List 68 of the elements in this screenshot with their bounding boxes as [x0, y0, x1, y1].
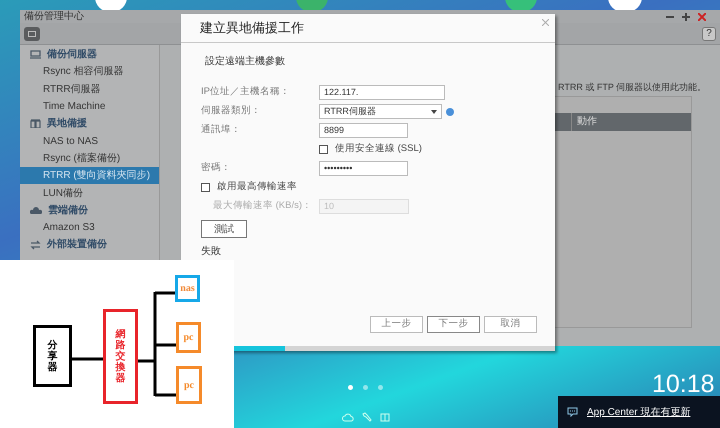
- field-label: IP位址／主機名稱：: [201, 85, 291, 100]
- sidebar-item[interactable]: Time Machine: [20, 98, 159, 116]
- notification[interactable]: App Center 現在有更新: [558, 396, 720, 428]
- sidebar-section[interactable]: 外部裝置備份: [20, 236, 159, 254]
- help-button[interactable]: ?: [702, 26, 716, 40]
- column-header: 動作: [576, 115, 597, 129]
- sidebar-item[interactable]: Rsync (檔案備份): [20, 150, 159, 168]
- close-icon[interactable]: [542, 19, 549, 26]
- close-icon[interactable]: [698, 12, 706, 20]
- sidebar-item[interactable]: RTRR (雙向資料夾同步): [20, 167, 159, 184]
- pc-node: pc: [176, 322, 201, 353]
- dialog-button[interactable]: 下一步: [427, 316, 480, 333]
- book-icon[interactable]: [380, 412, 390, 422]
- notification-link[interactable]: App Center 現在有更新: [587, 404, 690, 420]
- router-node: 分享器: [33, 325, 72, 387]
- caret-icon: [431, 110, 437, 114]
- field-label: 最大傳輸速率 (KB/s)：: [213, 199, 314, 214]
- checkbox-label: 使用安全連線 (SSL): [335, 142, 422, 156]
- connector-line: [72, 358, 103, 360]
- dialog-title: 建立異地備援工作: [200, 19, 304, 38]
- field-label: 伺服器類別：: [201, 104, 262, 118]
- password-field[interactable]: •••••••••: [319, 161, 408, 176]
- dialog-button[interactable]: 取消: [484, 316, 537, 333]
- select-field[interactable]: RTRR伺服器: [319, 104, 442, 119]
- info-icon[interactable]: [446, 108, 454, 116]
- sidebar-item[interactable]: LUN備份: [20, 184, 159, 202]
- test-button[interactable]: 測試: [201, 220, 247, 238]
- sidebar-section[interactable]: 備份伺服器: [20, 46, 159, 64]
- sidebar-toggle-icon[interactable]: [24, 26, 40, 40]
- checkbox[interactable]: [201, 183, 210, 192]
- field-label: 密碼：: [201, 161, 232, 176]
- dialog-button[interactable]: 上一步: [370, 316, 423, 333]
- wrench-icon[interactable]: [362, 412, 372, 422]
- sidebar-item[interactable]: Rsync 相容伺服器: [20, 63, 159, 81]
- input-field[interactable]: 122.117.: [319, 85, 445, 100]
- connector-line: [138, 360, 155, 362]
- sidebar-item[interactable]: Amazon S3: [20, 218, 159, 236]
- clock: 10:18: [652, 372, 715, 397]
- section-label: 異地備援: [47, 116, 87, 132]
- section-label: 雲端備份: [48, 204, 88, 218]
- sync-icon: [30, 240, 41, 250]
- pc-node: pc: [176, 366, 202, 404]
- maximize-icon[interactable]: [682, 12, 690, 20]
- switch-node: 網路交換器: [103, 309, 138, 404]
- connector-line: [155, 394, 176, 396]
- cloud-icon: [30, 206, 42, 214]
- section-label: 外部裝置備份: [47, 238, 107, 252]
- section-title: 設定遠端主機參數: [205, 54, 285, 69]
- cloud-icon[interactable]: [342, 412, 354, 422]
- sidebar-section[interactable]: 異地備援: [20, 115, 159, 132]
- result-text: 失敗: [201, 244, 221, 259]
- building-icon: [30, 119, 41, 128]
- sidebar-item[interactable]: NAS to NAS: [20, 132, 159, 150]
- field-label: 通訊埠：: [201, 123, 242, 138]
- section-label: 備份伺服器: [47, 48, 97, 62]
- sidebar-section[interactable]: 雲端備份: [20, 202, 159, 219]
- checkbox[interactable]: [319, 145, 328, 154]
- connector-line: [155, 292, 176, 294]
- hint-text: RTRR 或 FTP 伺服器以使用此功能。: [558, 81, 706, 94]
- window-title: 備份管理中心: [24, 12, 84, 22]
- input-field[interactable]: 8899: [319, 123, 408, 138]
- server-icon: [30, 50, 41, 60]
- chat-icon: [567, 407, 578, 417]
- sidebar-item[interactable]: RTRR伺服器: [20, 80, 159, 98]
- minimize-icon[interactable]: [666, 16, 674, 18]
- checkbox-label: 啟用最高傳輸速率: [217, 180, 297, 194]
- nas-node: nas: [175, 275, 200, 302]
- connector-line: [155, 344, 176, 346]
